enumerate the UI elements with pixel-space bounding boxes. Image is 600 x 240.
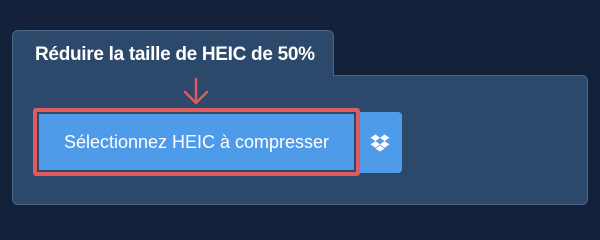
dropbox-icon	[370, 134, 389, 151]
panel-title: Réduire la taille de HEIC de 50%	[35, 44, 315, 65]
dropbox-button[interactable]	[357, 112, 402, 173]
select-heic-button[interactable]: Sélectionnez HEIC à compresser	[39, 114, 354, 170]
arrow-down-icon	[183, 78, 209, 105]
panel-tab-joint	[13, 74, 333, 78]
